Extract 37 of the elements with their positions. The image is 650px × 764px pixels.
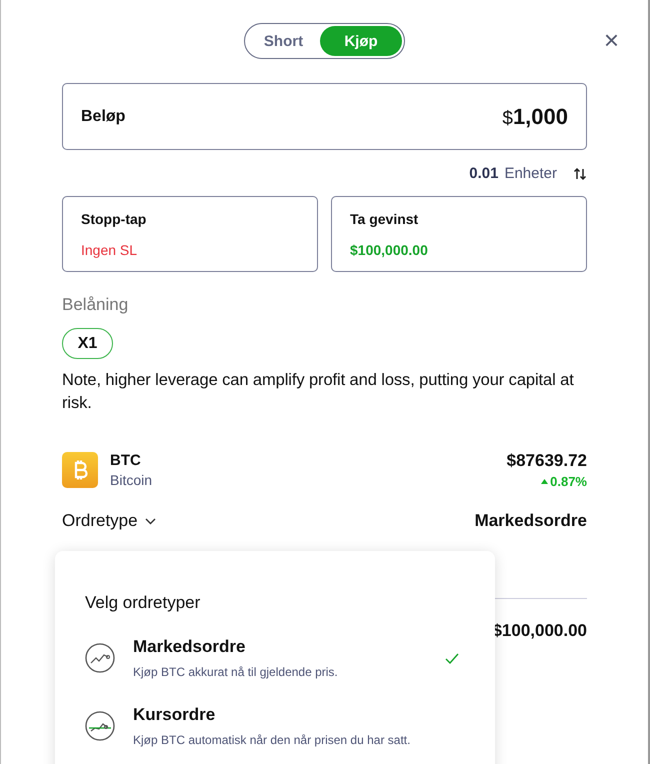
order-type-dropdown[interactable]: Ordretype — [62, 511, 156, 531]
asset-symbol: BTC — [110, 452, 142, 469]
chevron-icon — [144, 518, 156, 524]
bitcoin-icon — [62, 452, 98, 488]
option-description: Kjøp BTC automatisk når den når prisen du har satt. — [133, 733, 412, 747]
units-label: Enheter — [504, 165, 557, 182]
close-button[interactable]: × — [604, 27, 619, 53]
leverage-note: Note, higher leverage can amplify profit and loss, putting your capital at risk. — [62, 370, 575, 414]
total-value: $100,000.00 — [492, 621, 587, 641]
stop-loss-label: Stopp-tap — [81, 210, 148, 226]
stop-loss-value: Ingen SL — [81, 242, 138, 258]
stop-loss-field[interactable]: Stopp-tap Ingen SL — [62, 196, 318, 272]
order-type-option[interactable]: Kursordre Kjøp BTC automatisk når den når prisen du har satt. — [85, 705, 465, 747]
option-title: Kursordre — [133, 705, 216, 725]
units-value: 0.01 — [469, 165, 498, 182]
asset-name: Bitcoin — [110, 472, 152, 488]
option-description: Kjøp BTC akkurat nå til gjeldende pris. — [133, 665, 339, 679]
amount-field[interactable]: Beløp $1,000 — [62, 83, 587, 150]
amount-label: Beløp — [81, 108, 126, 126]
option-title: Markedsordre — [133, 637, 246, 657]
menu-title: Velg ordretyper — [85, 593, 202, 613]
limit-chart-icon — [85, 711, 115, 741]
amount-value: 1,000 — [512, 104, 568, 128]
leverage-option[interactable]: X1 — [62, 328, 113, 359]
leverage-label: Belåning — [62, 295, 130, 315]
order-type-value: Markedsordre — [474, 511, 587, 531]
take-profit-label: Ta gevinst — [350, 210, 420, 226]
take-profit-value: $100,000.00 — [350, 242, 429, 258]
price-change: 0.87% — [541, 474, 587, 489]
currency-sign: $ — [502, 108, 513, 128]
asset-price: $87639.72 — [506, 451, 587, 471]
order-type-option[interactable]: Markedsordre Kjøp BTC akkurat nå til gjeldende pris. — [85, 637, 465, 679]
line-chart-icon — [85, 643, 115, 673]
side-option[interactable]: Short — [247, 26, 320, 56]
take-profit-field[interactable]: Ta gevinst $100,000.00 — [331, 196, 587, 272]
swap-icon[interactable] — [573, 166, 587, 180]
triangle-icon — [541, 479, 548, 484]
